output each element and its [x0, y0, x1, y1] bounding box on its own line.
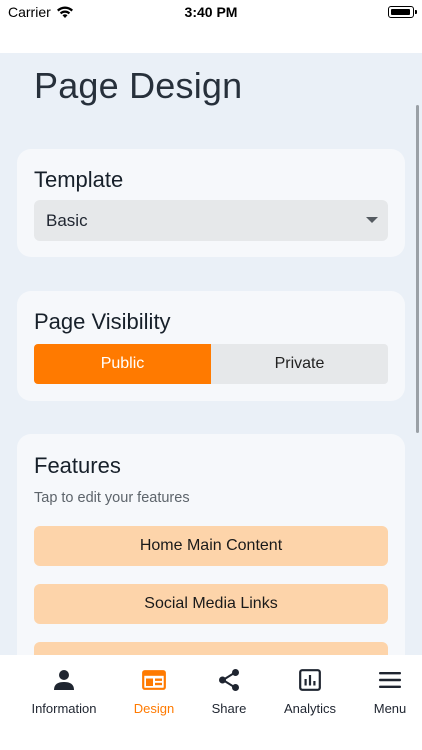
tab-analytics[interactable]: Analytics — [278, 667, 342, 717]
visibility-title: Page Visibility — [34, 309, 171, 334]
tab-label-share: Share — [211, 701, 247, 716]
tab-share[interactable]: Share — [204, 667, 254, 717]
page-design-screen[interactable]: Page Design Template Basic Page Visibili… — [0, 53, 422, 655]
tab-menu[interactable]: Menu — [366, 667, 414, 717]
tab-label-analytics: Analytics — [283, 701, 337, 716]
visibility-option-public[interactable]: Public — [34, 344, 211, 384]
caret-down-icon — [366, 217, 378, 223]
features-title: Features — [34, 453, 121, 478]
tab-label-information: Information — [31, 701, 97, 716]
template-card: Template Basic — [17, 149, 405, 257]
visibility-segmented-control[interactable]: Public Private — [34, 344, 388, 384]
template-selected-value: Basic — [46, 210, 88, 230]
clock: 3:40 PM — [184, 4, 238, 20]
feature-button[interactable] — [34, 642, 388, 655]
scrollbar[interactable] — [416, 105, 419, 433]
visibility-card: Page Visibility Public Private — [17, 291, 405, 401]
status-bar: Carrier 3:40 PM — [0, 0, 422, 26]
tab-information[interactable]: Information — [22, 667, 106, 717]
template-select[interactable]: Basic — [34, 200, 388, 241]
tab-bar: Information Design Share Analytics Menu — [0, 655, 422, 750]
feature-home-main-content-button[interactable]: Home Main Content — [34, 526, 388, 566]
analytics-icon — [297, 667, 323, 693]
tab-label-menu: Menu — [373, 701, 407, 716]
page-title: Page Design — [34, 65, 243, 106]
hamburger-menu-icon — [377, 667, 403, 693]
share-icon — [216, 667, 242, 693]
features-subtitle: Tap to edit your features — [34, 490, 190, 506]
battery-icon — [388, 6, 417, 18]
features-card: Features Tap to edit your features Home … — [17, 434, 405, 655]
feature-social-media-links-button[interactable]: Social Media Links — [34, 584, 388, 624]
visibility-option-private[interactable]: Private — [211, 344, 388, 384]
tab-design[interactable]: Design — [124, 667, 184, 717]
tab-label-design: Design — [133, 701, 175, 716]
design-layout-icon — [141, 667, 167, 693]
person-icon — [51, 667, 77, 693]
template-title: Template — [34, 167, 124, 192]
